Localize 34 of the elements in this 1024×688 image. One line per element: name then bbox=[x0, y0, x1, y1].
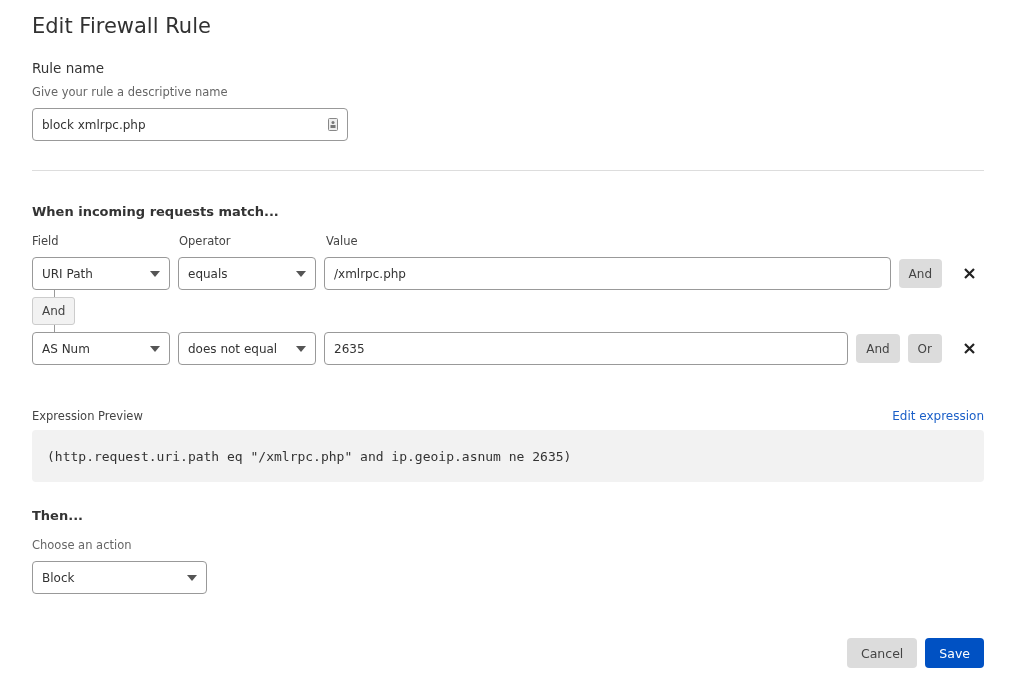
save-button[interactable]: Save bbox=[925, 638, 984, 668]
close-icon[interactable] bbox=[963, 268, 975, 279]
action-dropdown[interactable]: Block bbox=[32, 561, 207, 594]
contact-card-icon bbox=[328, 118, 338, 131]
logic-button[interactable]: Or bbox=[907, 334, 942, 363]
expression-preview: (http.request.uri.path eq "/xmlrpc.php" and ip.geoip.asnum ne 2635) bbox=[32, 430, 984, 482]
rule-name-field[interactable]: block xmlrpc.php bbox=[32, 108, 348, 141]
column-label: Operator bbox=[179, 234, 232, 248]
field-hint: Give your rule a descriptive name bbox=[32, 85, 229, 99]
expression-label: Expression Preview bbox=[32, 409, 143, 423]
caret-icon bbox=[150, 345, 160, 352]
value-field[interactable]: /xmlrpc.php bbox=[324, 257, 891, 290]
logic-button[interactable]: And bbox=[898, 259, 942, 288]
operator-dropdown[interactable]: equals bbox=[178, 257, 316, 290]
value-field[interactable]: 2635 bbox=[324, 332, 849, 365]
section-heading: Then... bbox=[32, 508, 84, 523]
operator-dropdown[interactable]: does not equal bbox=[178, 332, 316, 365]
logic-button[interactable]: And bbox=[856, 334, 900, 363]
page-title: Edit Firewall Rule bbox=[32, 14, 212, 38]
close-icon[interactable] bbox=[963, 343, 975, 354]
caret-icon bbox=[187, 574, 197, 581]
caret-icon bbox=[150, 270, 160, 277]
cancel-button[interactable]: Cancel bbox=[846, 638, 918, 668]
caret-icon bbox=[296, 345, 306, 352]
field-dropdown[interactable]: URI Path bbox=[32, 257, 170, 290]
field-hint: Choose an action bbox=[32, 538, 133, 552]
field-dropdown[interactable]: AS Num bbox=[32, 332, 170, 365]
caret-icon bbox=[296, 270, 306, 277]
field-label: Rule name bbox=[32, 60, 105, 76]
and-connector-button[interactable]: And bbox=[32, 297, 76, 325]
section-heading: When incoming requests match... bbox=[32, 204, 280, 219]
column-label: Value bbox=[326, 234, 359, 248]
column-label: Field bbox=[32, 234, 60, 248]
edit-expression-link[interactable]: Edit expression bbox=[892, 409, 984, 423]
